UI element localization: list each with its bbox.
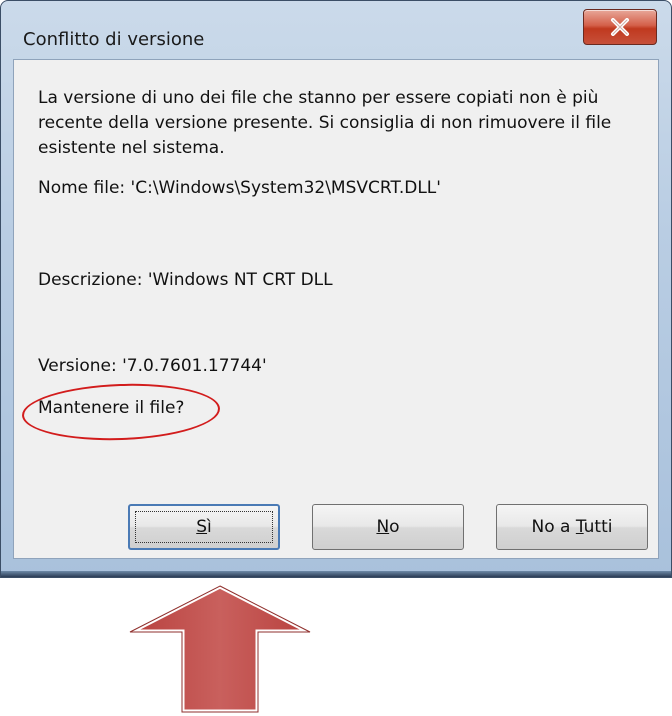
annotation-circle [21, 380, 221, 444]
no-to-all-button-label: No a Tutti [532, 517, 613, 537]
version-text: Versione: '7.0.7601.17744' [38, 356, 267, 376]
noall-label-rest: utti [583, 517, 613, 537]
close-button[interactable] [583, 9, 657, 45]
message-text: La versione di uno dei file che stanno p… [38, 86, 611, 161]
close-icon [611, 18, 629, 36]
description-text: Descrizione: 'Windows NT CRT DLL [38, 270, 333, 290]
dialog-window: Conflitto di versione La versione di uno… [0, 0, 672, 578]
arrow-up-icon [128, 584, 312, 714]
no-label-rest: o [389, 517, 400, 537]
noall-label-prefix: No a [531, 517, 576, 537]
no-to-all-button[interactable]: No a Tutti [496, 504, 648, 550]
window-title: Conflitto di versione [23, 29, 205, 50]
no-access-key: N [376, 517, 390, 537]
no-button[interactable]: No [312, 504, 464, 550]
dialog-client-area: La versione di uno dei file che stanno p… [13, 59, 659, 559]
yes-button[interactable]: Sì [128, 504, 280, 550]
noall-access-key: T [575, 517, 584, 537]
message-line: esistente nel sistema. [38, 138, 225, 158]
message-line: La versione di uno dei file che stanno p… [38, 88, 599, 108]
no-button-label: No [376, 517, 399, 537]
focus-ring [135, 511, 273, 543]
filename-text: Nome file: 'C:\Windows\System32\MSVCRT.D… [38, 178, 441, 198]
message-line: recente della versione presente. Si cons… [38, 113, 612, 133]
page: Conflitto di versione La versione di uno… [0, 0, 672, 716]
